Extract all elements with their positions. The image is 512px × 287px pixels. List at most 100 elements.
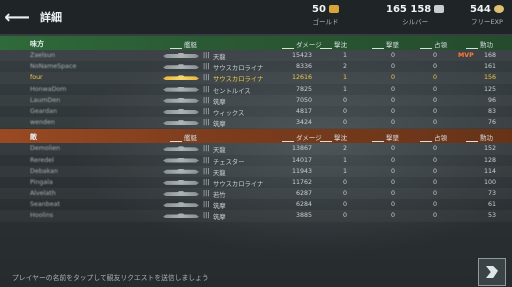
xp-value: 114 bbox=[483, 167, 496, 175]
player-row[interactable]: Demolien ||| 天龍 13867 2 0 0 152 bbox=[0, 143, 512, 154]
player-name[interactable]: Geardan bbox=[30, 108, 150, 115]
gold-label: ゴールド bbox=[312, 18, 339, 26]
player-name[interactable]: LaumDen bbox=[30, 97, 150, 104]
ship-silhouette-icon bbox=[163, 97, 199, 103]
planes-value: 0 bbox=[390, 201, 395, 209]
capture-value: 0 bbox=[432, 178, 437, 186]
kills-value: 2 bbox=[342, 145, 347, 153]
kills-value: 0 bbox=[342, 178, 347, 186]
gold-icon bbox=[328, 5, 339, 13]
capture-value: 0 bbox=[432, 52, 437, 59]
col-kills-label: 撃沈 bbox=[334, 134, 347, 143]
player-row[interactable]: Hoolins ||| 筑摩 3885 0 0 0 53 bbox=[0, 210, 512, 221]
player-name[interactable]: Alvelath bbox=[30, 190, 150, 197]
planes-value: 0 bbox=[390, 63, 395, 71]
ship-tier: ||| bbox=[203, 212, 210, 220]
player-row[interactable]: Seanbeat ||| 筑摩 6284 0 0 0 61 bbox=[0, 199, 512, 210]
col-kills-label: 撃沈 bbox=[334, 41, 347, 49]
capture-value: 0 bbox=[432, 107, 437, 115]
player-name[interactable]: Hoolins bbox=[30, 212, 150, 219]
player-name[interactable]: four bbox=[30, 74, 150, 81]
damage-value: 11943 bbox=[291, 167, 312, 175]
player-row[interactable]: LaumDen ||| 筑摩 7050 0 0 0 96 bbox=[0, 95, 512, 106]
capture-value: 0 bbox=[432, 201, 437, 209]
col-damage: ダメージ bbox=[282, 132, 322, 142]
xp-value: 152 bbox=[483, 145, 496, 153]
kills-value: 0 bbox=[342, 96, 347, 104]
enemies-label: 敵 bbox=[30, 133, 37, 142]
col-capture-label: 占領 bbox=[434, 41, 447, 49]
freexp-star-icon bbox=[493, 5, 504, 13]
player-name[interactable]: Seanbeat bbox=[30, 201, 150, 208]
player-name[interactable]: HonwaDom bbox=[30, 86, 150, 93]
results-table: 味方 艦艇 ダメージ 撃沈 撃墜 占領 勲功 Zaelsun ||| 天龍 15423… bbox=[0, 36, 512, 222]
damage-value: 3424 bbox=[295, 119, 312, 127]
capture-value: 0 bbox=[432, 119, 437, 127]
kills-value: 2 bbox=[342, 63, 347, 71]
freexp-value: 544 bbox=[470, 4, 491, 15]
kills-value: 0 bbox=[342, 107, 347, 115]
player-name[interactable]: Reredel bbox=[30, 157, 150, 164]
top-bar: ⟵ 詳細 50 ゴールド 165 158 シルバー 544 フリーEXP bbox=[0, 0, 512, 34]
capture-value: 0 bbox=[432, 96, 437, 104]
gold-counter: 50 ゴールド bbox=[312, 4, 339, 26]
player-name[interactable]: Zaelsun bbox=[30, 52, 150, 59]
player-name[interactable]: Debakan bbox=[30, 168, 150, 175]
player-row[interactable]: HonwaDom ||| セントルイス 7825 1 0 0 125 bbox=[0, 84, 512, 95]
ship-tier: ||| bbox=[203, 96, 210, 104]
damage-value: 7050 bbox=[295, 96, 312, 104]
damage-value: 15423 bbox=[291, 52, 312, 59]
ship-silhouette-icon bbox=[163, 202, 199, 208]
ship-silhouette-icon bbox=[163, 120, 199, 126]
capture-value: 0 bbox=[432, 156, 437, 164]
back-arrow-icon[interactable]: ⟵ bbox=[0, 0, 34, 34]
ship-name: 若竹 bbox=[213, 192, 226, 200]
damage-value: 12616 bbox=[291, 74, 312, 82]
damage-col-icon bbox=[282, 42, 294, 49]
player-row[interactable]: wenden ||| 筑摩 3424 0 0 0 76 bbox=[0, 117, 512, 128]
ship-tier: ||| bbox=[203, 63, 210, 71]
planes-value: 0 bbox=[390, 212, 395, 220]
kills-value: 0 bbox=[342, 201, 347, 209]
share-button[interactable] bbox=[478, 258, 506, 286]
col-xp-label: 勲功 bbox=[480, 41, 493, 49]
xp-value: 61 bbox=[487, 201, 496, 209]
player-row[interactable]: NoNameSpace ||| サウスカロライナ 8336 2 0 0 161 bbox=[0, 61, 512, 72]
player-name[interactable]: wenden bbox=[30, 119, 150, 126]
damage-value: 14017 bbox=[291, 156, 312, 164]
ship-name: セントルイス bbox=[213, 87, 251, 95]
kills-col-icon bbox=[320, 135, 332, 142]
damage-col-icon bbox=[282, 135, 294, 142]
player-name[interactable]: Pingala bbox=[30, 179, 150, 186]
ship-silhouette-icon bbox=[163, 108, 199, 114]
player-row[interactable]: Alvelath ||| 若竹 6287 0 0 0 73 bbox=[0, 188, 512, 199]
player-row[interactable]: Pingala ||| サウスカロライナ 11762 0 0 0 100 bbox=[0, 177, 512, 188]
col-planes-label: 撃墜 bbox=[386, 134, 399, 143]
damage-value: 4817 bbox=[295, 107, 312, 115]
player-name[interactable]: NoNameSpace bbox=[30, 63, 150, 70]
col-capture: 占領 bbox=[420, 132, 447, 142]
player-row[interactable]: Geardan ||| ウィックス 4817 0 0 0 83 bbox=[0, 106, 512, 117]
player-row-self[interactable]: four ||| サウスカロライナ 12616 1 0 0 156 bbox=[0, 72, 512, 83]
damage-value: 7825 bbox=[295, 85, 312, 93]
capture-flag-icon bbox=[420, 135, 432, 142]
player-row[interactable]: Debakan ||| 天龍 11943 1 0 0 114 bbox=[0, 166, 512, 177]
ship-silhouette-icon bbox=[163, 53, 199, 58]
col-planes-label: 撃墜 bbox=[386, 41, 399, 49]
trophy-icon bbox=[466, 135, 478, 142]
player-name[interactable]: Demolien bbox=[30, 145, 150, 152]
player-row[interactable]: Reredel ||| チェスター 14017 1 0 0 128 bbox=[0, 155, 512, 166]
xp-value: 128 bbox=[483, 156, 496, 164]
xp-value: 53 bbox=[487, 212, 496, 220]
xp-value: 96 bbox=[487, 96, 496, 104]
capture-flag-icon bbox=[420, 42, 432, 49]
silver-counter: 165 158 シルバー bbox=[386, 4, 445, 26]
col-damage: ダメージ bbox=[282, 39, 322, 49]
player-row[interactable]: Zaelsun ||| 天龍 15423 1 0 0 MVP 168 bbox=[0, 50, 512, 61]
xp-value: 100 bbox=[483, 178, 496, 186]
ship-name: サウスカロライナ bbox=[213, 65, 264, 73]
ship-name: サウスカロライナ bbox=[213, 180, 264, 188]
ship-silhouette-icon bbox=[163, 179, 199, 185]
ship-silhouette-icon bbox=[163, 86, 199, 92]
col-damage-label: ダメージ bbox=[296, 134, 322, 143]
